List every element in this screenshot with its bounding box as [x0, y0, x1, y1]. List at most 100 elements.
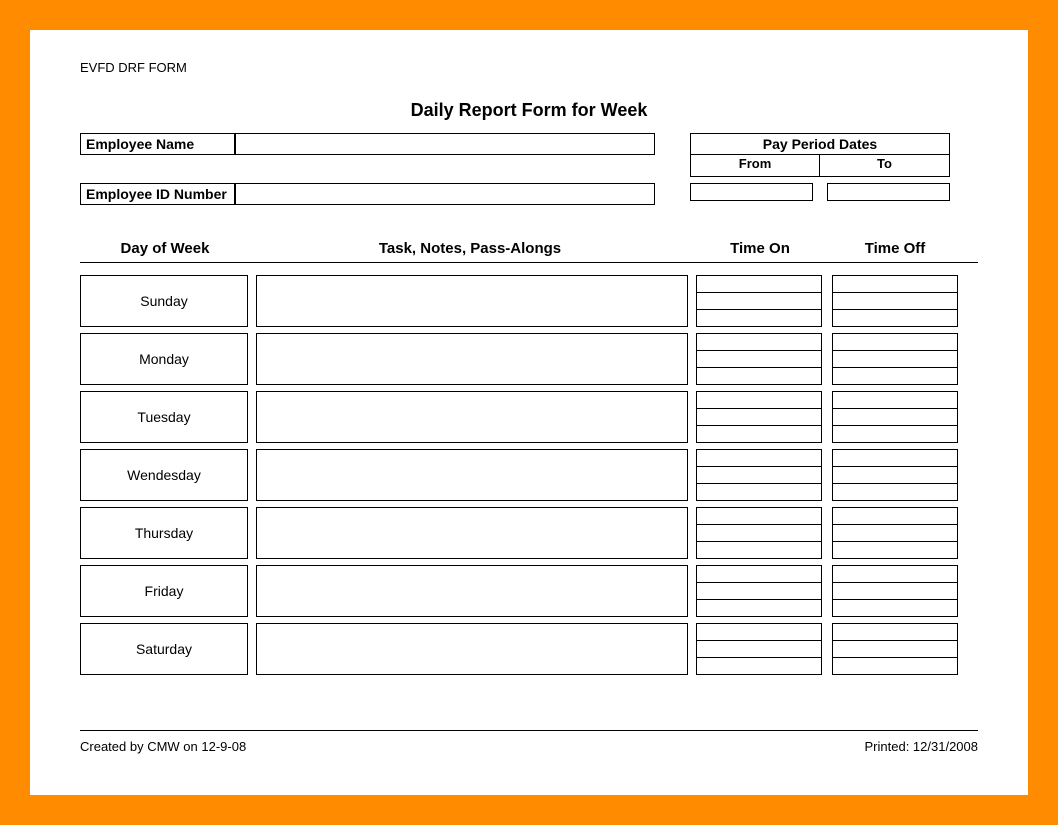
day-label: Tuesday [80, 391, 248, 443]
time-on-block[interactable] [696, 391, 822, 443]
pay-to-field[interactable] [827, 183, 950, 201]
spacer [80, 155, 235, 177]
column-headers: Day of Week Task, Notes, Pass-Alongs Tim… [80, 240, 978, 263]
employee-name-field[interactable] [235, 133, 655, 155]
spacer [655, 133, 690, 155]
day-label: Wendesday [80, 449, 248, 501]
task-notes-field[interactable] [256, 507, 688, 559]
task-notes-field[interactable] [256, 333, 688, 385]
time-on-slot[interactable] [697, 351, 821, 368]
employee-id-field[interactable] [235, 183, 655, 205]
from-label: From [690, 155, 820, 177]
time-on-slot[interactable] [697, 334, 821, 351]
time-on-slot[interactable] [697, 392, 821, 409]
time-on-slot[interactable] [697, 583, 821, 600]
time-on-slot[interactable] [697, 542, 821, 558]
time-off-slot[interactable] [833, 368, 957, 384]
time-on-block[interactable] [696, 333, 822, 385]
time-off-slot[interactable] [833, 641, 957, 658]
time-on-slot[interactable] [697, 566, 821, 583]
time-off-slot[interactable] [833, 293, 957, 310]
time-on-block[interactable] [696, 275, 822, 327]
time-off-slot[interactable] [833, 334, 957, 351]
time-off-slot[interactable] [833, 525, 957, 542]
time-off-slot[interactable] [833, 600, 957, 616]
time-on-slot[interactable] [697, 624, 821, 641]
time-off-slot[interactable] [833, 351, 957, 368]
time-on-slot[interactable] [697, 276, 821, 293]
page-container: EVFD DRF FORM Daily Report Form for Week… [30, 30, 1028, 795]
time-off-slot[interactable] [833, 542, 957, 558]
time-off-slot[interactable] [833, 583, 957, 600]
time-off-slot[interactable] [833, 508, 957, 525]
time-off-slot[interactable] [833, 467, 957, 484]
day-label: Monday [80, 333, 248, 385]
day-row: Thursday [80, 507, 978, 559]
day-row: Monday [80, 333, 978, 385]
day-row: Saturday [80, 623, 978, 675]
time-on-block[interactable] [696, 449, 822, 501]
time-off-block[interactable] [832, 449, 958, 501]
header-row-1: Employee Name Pay Period Dates [80, 133, 978, 155]
time-off-slot[interactable] [833, 409, 957, 426]
time-on-slot[interactable] [697, 310, 821, 326]
from-to-labels: From To [690, 155, 950, 177]
time-off-slot[interactable] [833, 310, 957, 326]
day-label: Saturday [80, 623, 248, 675]
time-off-block[interactable] [832, 565, 958, 617]
time-off-block[interactable] [832, 391, 958, 443]
day-row: Wendesday [80, 449, 978, 501]
task-notes-field[interactable] [256, 391, 688, 443]
time-off-block[interactable] [832, 333, 958, 385]
time-on-block[interactable] [696, 623, 822, 675]
time-on-slot[interactable] [697, 641, 821, 658]
time-on-slot[interactable] [697, 426, 821, 442]
time-off-block[interactable] [832, 507, 958, 559]
time-off-slot[interactable] [833, 276, 957, 293]
time-on-slot[interactable] [697, 525, 821, 542]
footer-created: Created by CMW on 12-9-08 [80, 739, 246, 754]
spacer [655, 155, 690, 177]
time-on-slot[interactable] [697, 508, 821, 525]
col-time-on: Time On [690, 240, 830, 257]
from-to-fields [690, 183, 950, 205]
footer-printed: Printed: 12/31/2008 [865, 739, 978, 754]
time-off-slot[interactable] [833, 484, 957, 500]
time-off-slot[interactable] [833, 392, 957, 409]
header-row-3: Employee ID Number [80, 183, 978, 205]
form-code: EVFD DRF FORM [80, 60, 978, 75]
time-off-block[interactable] [832, 275, 958, 327]
employee-id-label: Employee ID Number [80, 183, 235, 205]
time-off-slot[interactable] [833, 450, 957, 467]
task-notes-field[interactable] [256, 565, 688, 617]
time-on-slot[interactable] [697, 409, 821, 426]
col-time-off: Time Off [830, 240, 960, 257]
col-day-of-week: Day of Week [80, 240, 250, 257]
task-notes-field[interactable] [256, 623, 688, 675]
time-off-slot[interactable] [833, 658, 957, 674]
time-on-slot[interactable] [697, 658, 821, 674]
employee-name-label: Employee Name [80, 133, 235, 155]
time-off-slot[interactable] [833, 566, 957, 583]
day-label: Friday [80, 565, 248, 617]
time-on-slot[interactable] [697, 368, 821, 384]
spacer [235, 155, 655, 177]
days-grid: SundayMondayTuesdayWendesdayThursdayFrid… [80, 275, 978, 675]
time-on-slot[interactable] [697, 293, 821, 310]
pay-from-field[interactable] [690, 183, 813, 201]
time-on-slot[interactable] [697, 484, 821, 500]
time-on-slot[interactable] [697, 467, 821, 484]
day-label: Thursday [80, 507, 248, 559]
time-on-block[interactable] [696, 565, 822, 617]
col-task-notes: Task, Notes, Pass-Alongs [250, 240, 690, 257]
time-off-block[interactable] [832, 623, 958, 675]
time-off-slot[interactable] [833, 624, 957, 641]
day-row: Tuesday [80, 391, 978, 443]
task-notes-field[interactable] [256, 449, 688, 501]
time-on-block[interactable] [696, 507, 822, 559]
time-on-slot[interactable] [697, 450, 821, 467]
time-on-slot[interactable] [697, 600, 821, 616]
time-off-slot[interactable] [833, 426, 957, 442]
header-row-2: From To [80, 155, 978, 177]
task-notes-field[interactable] [256, 275, 688, 327]
